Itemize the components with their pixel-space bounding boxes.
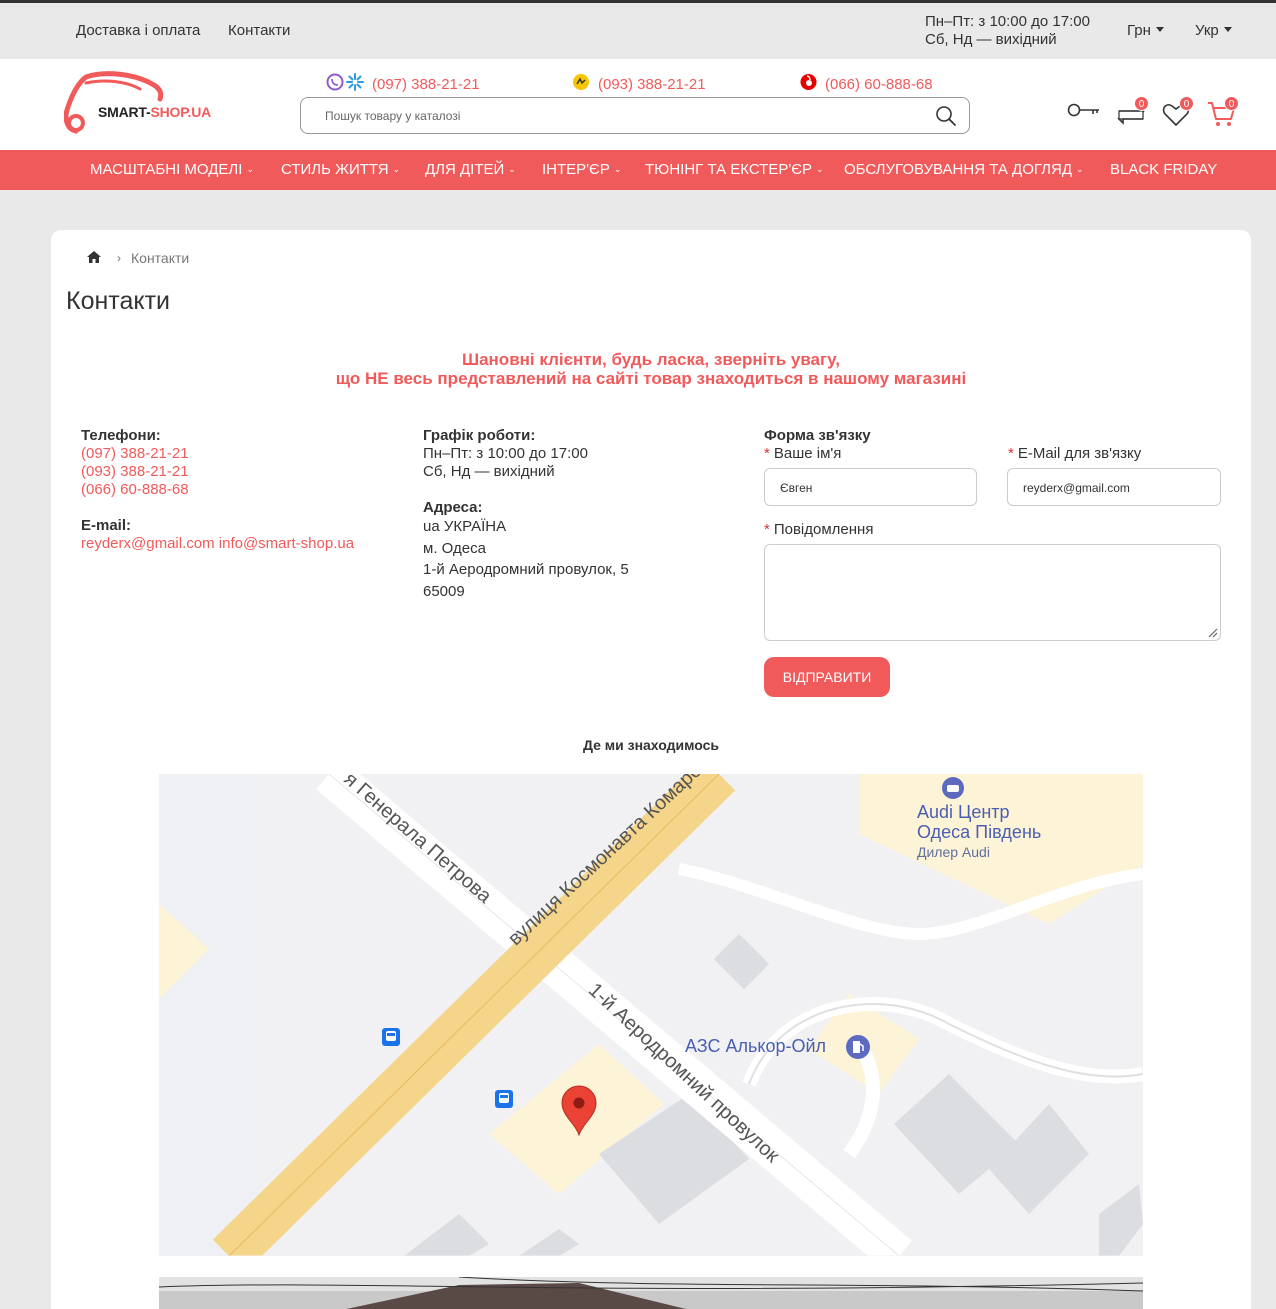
nav-item-scale-models[interactable]: МАСШТАБНІ МОДЕЛІ ⌄	[90, 161, 254, 178]
language-dropdown[interactable]: Укр	[1195, 22, 1232, 39]
vodafone-icon	[800, 73, 817, 95]
delivery-link[interactable]: Доставка і оплата	[76, 22, 200, 39]
chevron-down-icon: ⌄	[816, 164, 824, 174]
name-label: * Ваше ім'я	[764, 445, 842, 462]
search-box	[300, 97, 970, 134]
chevron-down-icon: ⌄	[392, 164, 401, 174]
chevron-down-icon: ⌄	[508, 164, 516, 174]
email-field-label: * E-Mail для зв'язку	[1008, 445, 1142, 462]
content-card: › Контакти Контакти Шановні клієнти, буд…	[51, 230, 1251, 1309]
nav-item-tuning-exterior[interactable]: ТЮНІНГ ТА ЕКСТЕР'ЄР ⌄	[645, 161, 824, 178]
phone-number: (066) 60-888-68	[825, 75, 933, 93]
poi-gas-station-name[interactable]: АЗС Алькор-Ойл	[685, 1036, 826, 1057]
currency-dropdown[interactable]: Грн	[1127, 22, 1164, 39]
contact-email-2[interactable]: info@smart-shop.ua	[219, 535, 354, 552]
compare-count-badge: 0	[1134, 96, 1149, 111]
email-input[interactable]: reyderx@gmail.com	[1007, 468, 1221, 506]
chevron-down-icon: ⌄	[613, 164, 622, 174]
nav-item-black-friday[interactable]: BLACK FRIDAY	[1110, 161, 1217, 178]
search-input[interactable]	[325, 106, 915, 126]
chevron-down-icon: ⌄	[1076, 164, 1084, 174]
wishlist-heart-icon[interactable]: 0	[1162, 96, 1194, 132]
schedule-weekend: Сб, Нд — вихідний	[423, 463, 555, 480]
car-logo-icon	[63, 71, 164, 134]
nav-item-kids[interactable]: ДЛЯ ДІТЕЙ ⌄	[425, 161, 516, 178]
nav-item-service-care[interactable]: ОБСЛУГОВУВАННЯ ТА ДОГЛЯД ⌄	[844, 161, 1084, 178]
location-heading: Де ми знаходимось	[582, 737, 720, 753]
phone-lifecell[interactable]: (093) 388-21-21	[572, 73, 706, 95]
map-pin-icon[interactable]	[560, 1084, 598, 1136]
submit-button[interactable]: ВІДПРАВИТИ	[764, 657, 890, 697]
breadcrumb: › Контакти	[87, 250, 189, 266]
name-input[interactable]: Євген	[764, 468, 977, 506]
phone-number: (097) 388-21-21	[372, 75, 480, 93]
schedule-weekdays: Пн–Пт: з 10:00 до 17:00	[423, 445, 588, 462]
search-icon[interactable]	[935, 105, 957, 132]
store-photo-image	[159, 1277, 1143, 1309]
contact-email-1[interactable]: reyderx@gmail.com	[81, 535, 215, 552]
nav-item-lifestyle[interactable]: СТИЛЬ ЖИТТЯ ⌄	[281, 161, 400, 178]
caret-down-icon	[1155, 27, 1164, 32]
site-logo[interactable]: SMART-SHOP.UA	[63, 71, 229, 135]
breadcrumb-current: Контакти	[131, 250, 190, 266]
compare-icon[interactable]: 0	[1117, 96, 1149, 132]
message-textarea[interactable]	[764, 544, 1221, 641]
message-label: * Повідомлення	[764, 521, 874, 538]
viber-kyivstar-icon	[326, 73, 364, 95]
nav-item-interior[interactable]: ІНТЕР'ЄР ⌄	[542, 161, 621, 178]
lifecell-icon	[572, 73, 590, 95]
address-city: м. Одеса	[423, 539, 486, 557]
logo-text: SMART-SHOP.UA	[98, 104, 212, 120]
phones-label: Телефони:	[81, 427, 161, 444]
resize-handle-icon[interactable]	[1206, 626, 1218, 638]
contacts-link[interactable]: Контакти	[228, 22, 290, 39]
cart-count-badge: 0	[1224, 96, 1239, 111]
language-value: Укр	[1195, 22, 1219, 39]
chevron-down-icon: ⌄	[246, 164, 254, 174]
bus-stop-icon	[495, 1090, 513, 1108]
schedule-address-column: Графік роботи: Пн–Пт: з 10:00 до 17:00 С…	[423, 427, 743, 602]
phone-kyivstar[interactable]: (097) 388-21-21	[326, 73, 480, 95]
phones-email-column: Телефони: (097) 388-21-21 (093) 388-21-2…	[81, 427, 401, 553]
gas-station-icon	[846, 1035, 870, 1059]
bus-stop-icon	[382, 1028, 400, 1046]
phone-vodafone[interactable]: (066) 60-888-68	[800, 73, 933, 95]
page-title: Контакти	[66, 287, 170, 315]
email-label: E-mail:	[81, 517, 132, 534]
contact-phone-3[interactable]: (066) 60-888-68	[81, 481, 401, 499]
address-label: Адреса:	[423, 499, 483, 516]
top-bar: Доставка і оплата Контакти Пн–Пт: з 10:0…	[0, 3, 1276, 59]
car-dealer-pin-icon	[942, 777, 964, 799]
store-photo	[159, 1277, 1143, 1309]
address-country: ua УКРАЇНА	[423, 518, 507, 535]
login-key-icon[interactable]	[1067, 99, 1101, 126]
caret-down-icon	[1223, 27, 1232, 32]
location-map[interactable]: вулиця Космонавта Комарова я Генерала Пе…	[159, 774, 1143, 1256]
contact-phone-2[interactable]: (093) 388-21-21	[81, 463, 401, 481]
header: SMART-SHOP.UA (097) 388-21-21 (093) 388-…	[0, 59, 1276, 150]
address-street: 1-й Аеродромний провулок, 5	[423, 561, 629, 578]
working-hours: Пн–Пт: з 10:00 до 17:00 Сб, Нд — вихідни…	[925, 13, 1090, 49]
working-hours-weekdays: Пн–Пт: з 10:00 до 17:00	[925, 13, 1090, 30]
phone-number: (093) 388-21-21	[598, 75, 706, 93]
address-postcode: 65009	[423, 582, 465, 600]
currency-value: Грн	[1127, 22, 1151, 39]
wishlist-count-badge: 0	[1179, 96, 1194, 111]
stock-notice: Шановні клієнти, будь ласка, зверніть ув…	[335, 350, 967, 388]
schedule-label: Графік роботи:	[423, 427, 536, 444]
working-hours-weekend: Сб, Нд — вихідний	[925, 31, 1057, 48]
form-title: Форма зв'язку	[764, 427, 871, 444]
breadcrumb-separator-icon: ›	[117, 251, 121, 265]
cart-icon[interactable]: 0	[1207, 96, 1239, 132]
home-icon[interactable]	[87, 250, 101, 266]
main-nav: МАСШТАБНІ МОДЕЛІ ⌄ СТИЛЬ ЖИТТЯ ⌄ ДЛЯ ДІТЕЙ…	[0, 150, 1276, 190]
poi-audi-name: Audi Центр Одеса Південь Дилер Audi	[917, 802, 1042, 860]
contact-phone-1[interactable]: (097) 388-21-21	[81, 445, 401, 463]
